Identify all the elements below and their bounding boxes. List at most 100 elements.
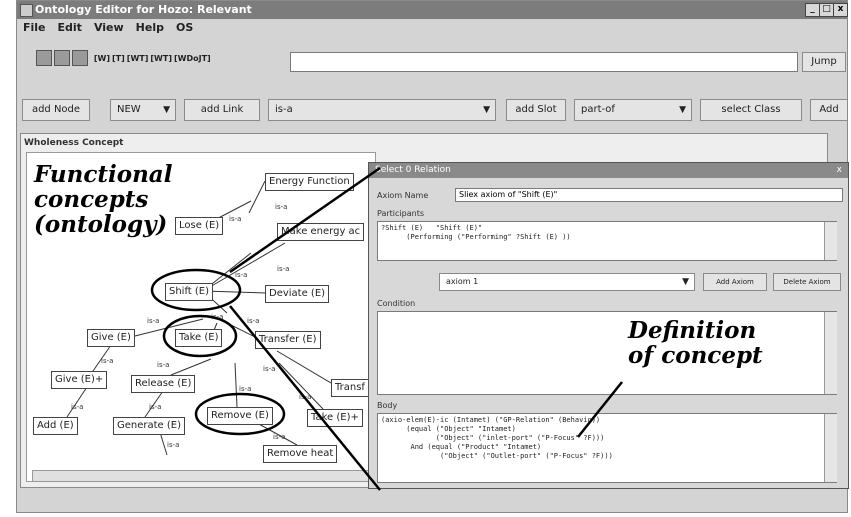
delete-axiom-button[interactable]: Delete Axiom	[773, 273, 841, 291]
node-shift[interactable]: Shift (E)	[165, 283, 214, 301]
icon-toolbar: [W] [T] [WT] [WT] [WDoJT]	[36, 50, 212, 72]
edge	[234, 362, 238, 408]
node-give[interactable]: Give (E)	[87, 329, 135, 347]
title-bar: Ontology Editor for Hozo: Relevant _ □ x	[17, 1, 848, 19]
add-more-button[interactable]: Add	[810, 99, 848, 121]
toolbar-btn-wt[interactable]: [WT]	[126, 54, 150, 63]
edge	[170, 358, 212, 376]
close-button[interactable]: x	[833, 3, 848, 17]
node-take[interactable]: Take (E)	[175, 329, 223, 347]
link-type-value: is-a	[275, 104, 293, 115]
app-icon	[20, 4, 33, 17]
link-label: is-a	[273, 433, 286, 441]
add-link-button[interactable]: add Link	[184, 99, 260, 121]
link-label: is-a	[235, 271, 248, 279]
add-slot-button[interactable]: add Slot	[506, 99, 566, 121]
node-type-combo[interactable]: NEW ▼	[110, 99, 176, 121]
graph-scrollbar[interactable]	[32, 470, 372, 482]
condition-label: Condition	[377, 299, 416, 308]
slot-type-value: part-of	[581, 104, 615, 115]
toolbar-btn-w[interactable]: [W]	[93, 54, 111, 63]
axiom-combo-value: axiom 1	[446, 277, 479, 286]
node-deviate[interactable]: Deviate (E)	[265, 285, 330, 303]
menu-file[interactable]: File	[23, 21, 46, 34]
add-axiom-button[interactable]: Add Axiom	[703, 273, 767, 291]
link-label: is-a	[211, 313, 224, 321]
menu-help[interactable]: Help	[136, 21, 164, 34]
functional-concepts-annotation: Functional concepts (ontology)	[34, 161, 173, 238]
body-textarea[interactable]: (axio-elem(E)-ic (Intamet) ("GP-Relation…	[377, 413, 837, 483]
chevron-down-icon: ▼	[483, 105, 490, 115]
node-generate[interactable]: Generate (E)	[113, 417, 186, 435]
menu-view[interactable]: View	[94, 21, 124, 34]
dialog-title-bar: Select 0 Relation x	[369, 163, 848, 178]
jump-button[interactable]: Jump	[802, 52, 846, 72]
link-label: is-a	[147, 317, 160, 325]
toolbar-btn-wt2[interactable]: [WT]	[149, 54, 173, 63]
participants-label: Participants	[377, 209, 424, 218]
save-icon[interactable]	[54, 50, 70, 66]
node-transf[interactable]: Transf	[331, 379, 369, 397]
node-release[interactable]: Release (E)	[131, 375, 196, 393]
link-type-combo[interactable]: is-a ▼	[268, 99, 496, 121]
link-label: is-a	[167, 441, 180, 449]
link-label: is-a	[71, 403, 84, 411]
edge	[276, 350, 332, 384]
axiom-dialog: Select 0 Relation x Axiom Name Sliex axi…	[368, 162, 849, 489]
node-remove-heat[interactable]: Remove heat	[263, 445, 338, 463]
jump-input[interactable]	[290, 52, 798, 72]
participants-scrollbar[interactable]	[824, 222, 837, 260]
edge	[202, 242, 286, 292]
node-make-energy[interactable]: Make energy ac	[277, 223, 365, 241]
maximize-button[interactable]: □	[819, 3, 834, 17]
menu-os[interactable]: OS	[176, 21, 193, 34]
slot-type-combo[interactable]: part-of ▼	[574, 99, 692, 121]
node-give-plus[interactable]: Give (E)+	[51, 371, 108, 389]
edge	[278, 362, 324, 410]
body-label: Body	[377, 401, 398, 410]
chevron-down-icon: ▼	[682, 277, 689, 287]
node-lose[interactable]: Lose (E)	[175, 217, 224, 235]
node-take-plus[interactable]: Take (E)+	[307, 409, 363, 427]
body-scrollbar[interactable]	[824, 414, 837, 482]
toolbar-btn-t[interactable]: [T]	[111, 54, 126, 63]
toolbar-btn-wdojt[interactable]: [WDoJT]	[173, 54, 212, 63]
edge	[248, 180, 266, 214]
dialog-close-icon[interactable]: x	[837, 163, 842, 178]
panel-title: Wholeness Concept	[24, 138, 124, 148]
axiom-name-input[interactable]: Sliex axiom of "Shift (E)"	[455, 188, 843, 202]
menu-bar: File Edit View Help OS	[17, 19, 847, 37]
link-label: is-a	[149, 403, 162, 411]
node-add[interactable]: Add (E)	[33, 417, 78, 435]
open-icon[interactable]	[36, 50, 52, 66]
link-label: is-a	[247, 317, 260, 325]
edge	[66, 386, 88, 418]
select-class-button[interactable]: select Class	[700, 99, 802, 121]
link-label: is-a	[229, 215, 242, 223]
link-label: is-a	[275, 203, 288, 211]
node-transfer[interactable]: Transfer (E)	[255, 331, 321, 349]
link-label: is-a	[299, 393, 312, 401]
link-label: is-a	[239, 385, 252, 393]
axiom-combo[interactable]: axiom 1 ▼	[439, 273, 695, 291]
print-icon[interactable]	[72, 50, 88, 66]
participants-textarea[interactable]: ?Shift (E) "Shift (E)" (Performing ("Per…	[377, 221, 837, 261]
minimize-button[interactable]: _	[805, 3, 820, 17]
dialog-title: Select 0 Relation	[375, 165, 451, 175]
link-label: is-a	[277, 265, 290, 273]
definition-annotation: Definition of concept	[628, 317, 763, 369]
chevron-down-icon: ▼	[679, 105, 686, 115]
node-remove[interactable]: Remove (E)	[207, 407, 273, 425]
chevron-down-icon: ▼	[163, 105, 170, 115]
menu-edit[interactable]: Edit	[58, 21, 82, 34]
node-type-value: NEW	[117, 104, 141, 115]
axiom-name-label: Axiom Name	[377, 191, 429, 200]
link-label: is-a	[263, 365, 276, 373]
condition-scrollbar[interactable]	[824, 312, 837, 394]
add-node-button[interactable]: add Node	[22, 99, 90, 121]
window-title: Ontology Editor for Hozo: Relevant	[35, 3, 252, 16]
link-label: is-a	[157, 361, 170, 369]
condition-textarea[interactable]	[377, 311, 837, 395]
node-energy-function[interactable]: Energy Function	[265, 173, 354, 191]
link-label: is-a	[101, 357, 114, 365]
